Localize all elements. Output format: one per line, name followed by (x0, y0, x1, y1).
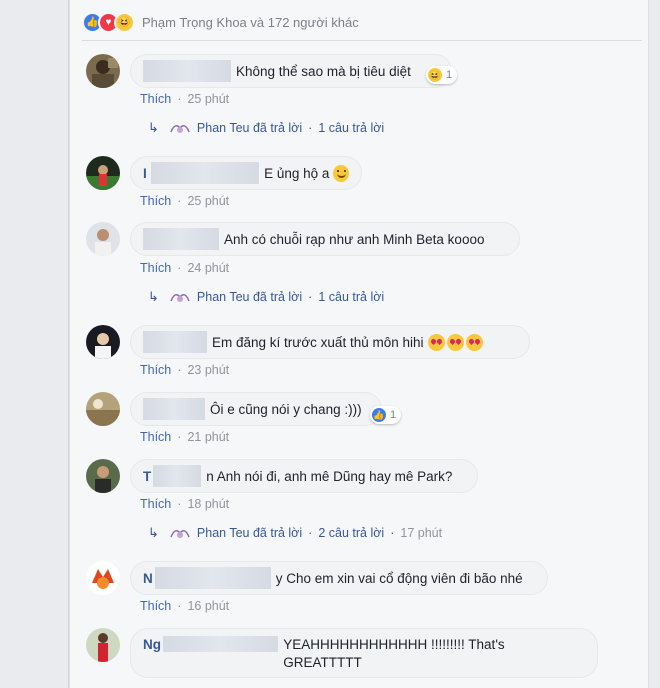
comment-bubble: Không thể sao mà bị tiêu diệt (130, 54, 452, 88)
haha-icon: 😆 (428, 68, 442, 82)
avatar[interactable] (86, 561, 120, 595)
reply-count[interactable]: 1 câu trả lời (318, 290, 384, 304)
comment-meta: Thích · 16 phút (140, 599, 230, 613)
comment-time[interactable]: 18 phút (187, 497, 229, 511)
page-avatar-icon (170, 294, 190, 302)
comment-time[interactable]: 23 phút (187, 363, 229, 377)
redacted-author (143, 331, 207, 353)
comment-text: YEAHHHHHHHHHHHH !!!!!!!!! That's GREATTT… (283, 637, 505, 670)
comment-time[interactable]: 25 phút (187, 92, 229, 106)
reactions-names[interactable]: Phạm Trọng Khoa và 172 người khác (142, 15, 359, 30)
page-avatar-icon (170, 530, 190, 538)
comment-text: Em đăng kí trước xuất thủ môn hihi (212, 334, 424, 350)
avatar[interactable] (86, 392, 120, 426)
redacted-author (143, 398, 205, 420)
comment-bubble: Em đăng kí trước xuất thủ môn hihi (130, 325, 530, 359)
comment-author[interactable]: Ng (143, 636, 161, 654)
like-link[interactable]: Thích (140, 599, 171, 613)
reaction-count: 1 (446, 69, 453, 81)
comment-meta: Thích · 25 phút (140, 194, 230, 208)
redacted-author (153, 465, 202, 487)
reaction-count: 1 (390, 409, 397, 421)
avatar[interactable] (86, 156, 120, 190)
reactions-summary[interactable]: 👍 ♥ 😆 Phạm Trọng Khoa và 172 người khác (82, 4, 642, 41)
redacted-author (163, 636, 279, 652)
comment-reaction-badge[interactable]: 👍 1 (370, 406, 402, 424)
reply-summary[interactable]: ↳ Phan Teu đã trả lời · 1 câu trả lời (148, 120, 384, 136)
comment-bubble: I E ủng hộ a (130, 156, 362, 190)
reply-arrow-icon: ↳ (148, 120, 159, 135)
comment-time[interactable]: 21 phút (187, 430, 229, 444)
comment-text: n Anh nói đi, anh mê Dũng hay mê Park? (206, 468, 453, 484)
like-link[interactable]: Thích (140, 92, 171, 106)
reply-summary[interactable]: ↳ Phan Teu đã trả lời · 2 câu trả lời · 17 p… (148, 525, 442, 541)
reply-author-text[interactable]: Phan Teu đã trả lời (197, 121, 302, 135)
reply-author-text[interactable]: Phan Teu đã trả lời (197, 526, 302, 540)
left-gutter (0, 0, 69, 688)
comment-meta: Thích · 25 phút (140, 92, 230, 106)
comment-text: Anh có chuỗi rạp như anh Minh Beta koooo (224, 231, 485, 247)
haha-icon: 😆 (114, 11, 135, 33)
redacted-author (143, 60, 231, 82)
redacted-author (154, 567, 271, 589)
comment-author[interactable]: N (143, 571, 153, 586)
comment-text: Ôi e cũng nói y chang :))) (210, 401, 362, 417)
comment-text: y Cho em xin vai cổ động viên đi bão nhé (275, 570, 523, 586)
avatar[interactable] (86, 459, 120, 493)
heart-eyes-emoji (465, 333, 483, 351)
like-link[interactable]: Thích (140, 430, 171, 444)
comment-bubble: N y Cho em xin vai cổ động viên đi bão n… (130, 561, 548, 595)
comment-reaction-badge[interactable]: 😆 1 (426, 66, 458, 84)
heart-eyes-emoji (446, 333, 464, 351)
like-link[interactable]: Thích (140, 497, 171, 511)
heart-eyes-emoji (427, 333, 445, 351)
comment-bubble: Ôi e cũng nói y chang :))) (130, 392, 382, 426)
like-link[interactable]: Thích (140, 363, 171, 377)
avatar[interactable] (86, 54, 120, 88)
comments-panel: 👍 ♥ 😆 Phạm Trọng Khoa và 172 người khác … (69, 0, 649, 688)
comment-meta: Thích · 18 phút (140, 497, 230, 511)
reply-arrow-icon: ↳ (148, 289, 159, 304)
smile-emoji (333, 164, 349, 182)
like-icon: 👍 (372, 408, 386, 422)
comment-bubble: T n Anh nói đi, anh mê Dũng hay mê Park? (130, 459, 478, 493)
comment-bubble: Ng YEAHHHHHHHHHHHH !!!!!!!!! That's GREAT… (130, 628, 598, 678)
comment-meta: Thích · 21 phút (140, 430, 230, 444)
comment-bubble: Anh có chuỗi rạp như anh Minh Beta koooo (130, 222, 520, 256)
comment-meta: Thích · 23 phút (140, 363, 230, 377)
reply-count[interactable]: 2 câu trả lời (318, 526, 384, 540)
comment-text: Không thể sao mà bị tiêu diệt (236, 63, 411, 79)
reply-author-text[interactable]: Phan Teu đã trả lời (197, 290, 302, 304)
comment-text: E ủng hộ a (264, 165, 330, 181)
right-gutter (648, 0, 660, 688)
comment-time[interactable]: 24 phút (187, 261, 229, 275)
avatar[interactable] (86, 222, 120, 256)
comment-author[interactable]: I (143, 166, 147, 181)
comment-author[interactable]: T (143, 469, 151, 484)
page-avatar-icon (170, 125, 190, 133)
comment-meta: Thích · 24 phút (140, 261, 230, 275)
reply-arrow-icon: ↳ (148, 525, 159, 540)
like-link[interactable]: Thích (140, 261, 171, 275)
like-link[interactable]: Thích (140, 194, 171, 208)
redacted-author (143, 228, 219, 250)
reply-time[interactable]: 17 phút (400, 526, 442, 540)
redacted-author (150, 162, 260, 184)
reply-summary[interactable]: ↳ Phan Teu đã trả lời · 1 câu trả lời (148, 289, 384, 305)
avatar[interactable] (86, 325, 120, 359)
comment-time[interactable]: 16 phút (187, 599, 229, 613)
reply-count[interactable]: 1 câu trả lời (318, 121, 384, 135)
facebook-comments-page: 👍 ♥ 😆 Phạm Trọng Khoa và 172 người khác … (0, 0, 660, 688)
comment-time[interactable]: 25 phút (187, 194, 229, 208)
avatar[interactable] (86, 628, 120, 662)
